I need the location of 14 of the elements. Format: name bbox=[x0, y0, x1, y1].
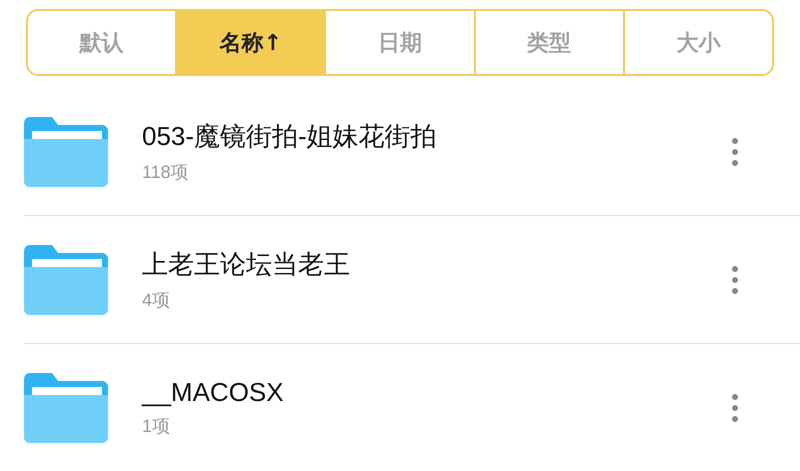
folder-icon bbox=[24, 116, 108, 186]
sort-tab[interactable]: 大小 bbox=[622, 11, 772, 74]
folder-name: 上老王论坛当老王 bbox=[142, 248, 351, 281]
item-count: 1项 bbox=[142, 415, 172, 438]
folder-icon bbox=[24, 244, 108, 314]
folder-icon bbox=[24, 372, 108, 442]
more-options-icon[interactable] bbox=[731, 264, 739, 294]
item-count: 118项 bbox=[142, 161, 190, 184]
more-options-icon[interactable] bbox=[731, 392, 739, 422]
sort-tab[interactable]: 名称↑ bbox=[175, 11, 324, 74]
folder-name: __MACOSX bbox=[142, 377, 285, 408]
more-options-icon[interactable] bbox=[731, 136, 739, 166]
item-count: 4项 bbox=[142, 289, 172, 312]
folder-name: 053-魔镜街拍-姐妹花街拍 bbox=[142, 120, 438, 153]
